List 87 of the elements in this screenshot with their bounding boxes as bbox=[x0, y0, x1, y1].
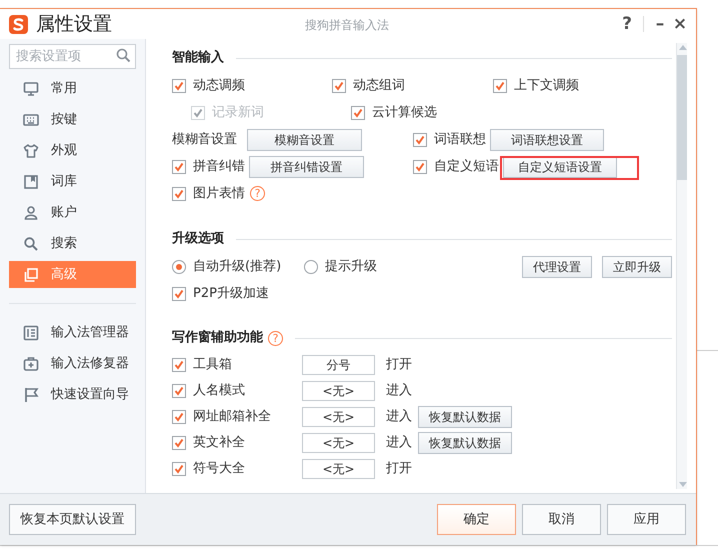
settings-button[interactable]: 代理设置 bbox=[522, 256, 592, 278]
section-title: 智能输入 bbox=[172, 48, 224, 68]
book-icon bbox=[23, 174, 39, 190]
search-icon bbox=[23, 236, 39, 252]
sidebar-item[interactable]: 常用 bbox=[9, 75, 136, 102]
radio-button[interactable] bbox=[304, 260, 318, 274]
dialog-button[interactable]: 取消 bbox=[522, 504, 601, 535]
sidebar-item[interactable]: 输入法修复器 bbox=[9, 350, 136, 377]
hotkey-field[interactable]: <无> bbox=[302, 407, 375, 427]
user-icon bbox=[23, 204, 39, 220]
settings-button[interactable]: 恢复默认数据 bbox=[418, 432, 512, 454]
checkbox[interactable] bbox=[351, 106, 365, 120]
search-field[interactable]: 搜索设置项 bbox=[9, 44, 136, 69]
hotkey-field[interactable]: <无> bbox=[302, 459, 375, 479]
checkbox-label: 云计算候选 bbox=[372, 104, 437, 122]
sidebar-item[interactable]: 按键 bbox=[9, 106, 136, 133]
checkbox-label: 记录新词 bbox=[212, 104, 264, 122]
dialog-button[interactable]: 确定 bbox=[437, 504, 516, 535]
window-title: 属性设置 bbox=[36, 12, 112, 37]
sidebar-item[interactable]: 输入法管理器 bbox=[9, 319, 136, 346]
action-label: 打开 bbox=[386, 460, 413, 478]
scrollbar[interactable] bbox=[676, 43, 687, 489]
checkbox[interactable] bbox=[172, 160, 186, 174]
settings-button[interactable]: 立即升级 bbox=[602, 256, 672, 278]
sidebar-item[interactable]: 词库 bbox=[9, 168, 136, 195]
close-button[interactable]: × bbox=[670, 16, 690, 32]
toolbox-icon bbox=[23, 356, 39, 372]
settings-button[interactable]: 模糊音设置 bbox=[247, 128, 362, 150]
checkbox[interactable] bbox=[172, 384, 186, 398]
section-title: 写作窗辅助功能 bbox=[172, 328, 263, 348]
action-label: 进入 bbox=[386, 408, 413, 426]
app-name: 搜狗拼音输入法 bbox=[305, 17, 389, 34]
help-button[interactable]: ? bbox=[617, 16, 637, 32]
checkbox-label: 词语联想 bbox=[434, 130, 486, 149]
list-icon bbox=[23, 324, 39, 340]
sidebar-item[interactable]: 搜索 bbox=[9, 230, 136, 257]
checkbox[interactable] bbox=[172, 410, 186, 424]
checkbox[interactable] bbox=[413, 132, 427, 146]
settings-button[interactable]: 词语联想设置 bbox=[490, 128, 604, 150]
checkbox[interactable] bbox=[172, 436, 186, 450]
checkbox[interactable] bbox=[493, 78, 507, 92]
checkbox[interactable] bbox=[172, 462, 186, 476]
reset-button[interactable]: 恢复本页默认设置 bbox=[9, 504, 136, 535]
hotkey-field[interactable]: 分号 bbox=[302, 355, 375, 375]
section-title: 升级选项 bbox=[172, 230, 224, 248]
checkbox-label: P2P升级加速 bbox=[193, 284, 269, 303]
hotkey-field[interactable]: <无> bbox=[302, 433, 375, 453]
keyboard-icon bbox=[23, 112, 39, 128]
checkbox[interactable] bbox=[172, 286, 186, 300]
checkbox-label: 拼音纠错 bbox=[193, 158, 245, 176]
checkbox-label: 动态组词 bbox=[353, 76, 405, 95]
radio-label: 自动升级(推荐) bbox=[193, 258, 282, 276]
settings-button[interactable]: 自定义短语设置 bbox=[503, 156, 617, 178]
flag-icon bbox=[23, 386, 39, 402]
sidebar-item[interactable]: 外观 bbox=[9, 137, 136, 164]
action-label: 进入 bbox=[386, 382, 413, 400]
checkbox-label: 图片表情 bbox=[193, 184, 245, 203]
hotkey-field[interactable]: <无> bbox=[302, 381, 375, 401]
sidebar-item[interactable]: 账户 bbox=[9, 199, 136, 226]
checkbox[interactable] bbox=[332, 78, 346, 92]
checkbox-label: 网址邮箱补全 bbox=[193, 408, 271, 426]
logo-icon bbox=[9, 14, 28, 34]
checkbox-label: 工具箱 bbox=[193, 356, 232, 374]
radio-button[interactable] bbox=[172, 260, 186, 274]
settings-button[interactable]: 拼音纠错设置 bbox=[249, 156, 364, 178]
sidebar-item[interactable]: 快速设置向导 bbox=[9, 381, 136, 408]
checkbox[interactable] bbox=[172, 186, 186, 200]
action-label: 打开 bbox=[386, 356, 413, 374]
checkbox-label: 人名模式 bbox=[193, 382, 245, 400]
checkbox[interactable] bbox=[413, 160, 427, 174]
minimize-button[interactable]: – bbox=[650, 16, 670, 32]
checkbox-label: 英文补全 bbox=[193, 434, 245, 452]
copy-icon bbox=[23, 266, 39, 282]
checkbox-label: 上下文调频 bbox=[514, 76, 579, 95]
monitor-icon bbox=[23, 80, 39, 96]
action-label: 进入 bbox=[386, 434, 413, 452]
checkbox-label: 符号大全 bbox=[193, 460, 245, 478]
checkbox-label: 自定义短语 bbox=[434, 158, 499, 176]
dialog-button[interactable]: 应用 bbox=[607, 504, 686, 535]
checkbox[interactable] bbox=[172, 78, 186, 92]
setting-label: 模糊音设置 bbox=[172, 130, 238, 149]
search-icon bbox=[116, 48, 131, 63]
settings-button[interactable]: 恢复默认数据 bbox=[418, 406, 512, 428]
checkbox-label: 动态调频 bbox=[193, 76, 245, 95]
checkbox[interactable] bbox=[172, 358, 186, 372]
shirt-icon bbox=[23, 142, 39, 158]
radio-label: 提示升级 bbox=[325, 258, 377, 276]
